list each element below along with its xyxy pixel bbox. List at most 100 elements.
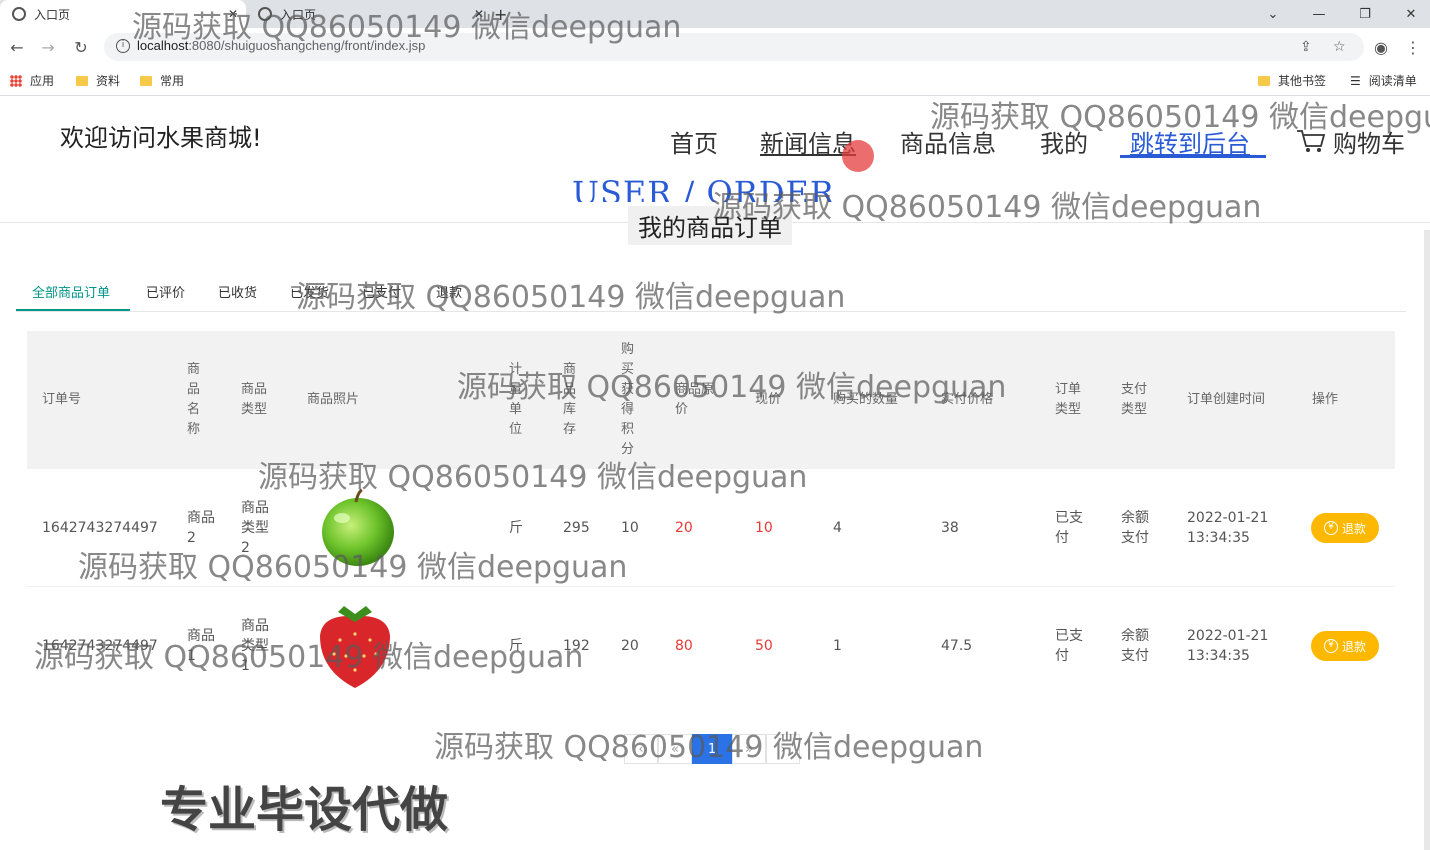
page-scrollbar[interactable] (1424, 230, 1430, 850)
address-bar[interactable]: i localhost:8080/shuiguoshangcheng/front… (104, 33, 1364, 61)
cell-orig-price: 20 (675, 520, 693, 536)
cell-order-no: 1642743274497 (42, 520, 158, 536)
cell-cur-price: 50 (755, 638, 773, 654)
cell-name: 商品2 (187, 510, 215, 546)
mouse-cursor-highlight (842, 140, 874, 172)
folder-icon (1258, 75, 1270, 86)
bookmark-other[interactable]: 其他书签 (1258, 72, 1326, 89)
bookmark-folder[interactable]: 资料 (76, 72, 120, 89)
th-orig-price: 商品原价 (675, 382, 715, 417)
browser-menu-icon[interactable]: ⋮ (1402, 36, 1424, 58)
th-name: 商品名称 (187, 362, 201, 437)
apps-grid-icon (10, 74, 22, 87)
cell-type: 商品类型1 (241, 618, 269, 674)
refund-button[interactable]: ¥ 退款 (1311, 513, 1379, 543)
tab-reviewed[interactable]: 已评价 (146, 282, 185, 301)
cell-points: 10 (621, 520, 639, 536)
cell-order-type: 已支付 (1055, 510, 1083, 546)
bookmark-star-icon[interactable]: ☆ (1333, 39, 1346, 55)
cell-qty: 1 (833, 638, 842, 654)
close-tab-icon[interactable]: ✕ (228, 7, 238, 21)
close-window-button[interactable]: ✕ (1388, 0, 1430, 28)
th-cur-price: 现价 (755, 392, 782, 407)
th-order-type: 订单类型 (1055, 382, 1082, 417)
cell-created-time: 13:34:35 (1187, 530, 1250, 546)
row-divider (27, 586, 1395, 587)
refund-label: 退款 (1341, 639, 1366, 654)
cell-unit: 斤 (509, 520, 523, 536)
profile-avatar-icon[interactable]: ◉ (1370, 36, 1392, 58)
close-tab-icon[interactable]: ✕ (474, 7, 484, 21)
globe-icon (12, 7, 26, 21)
cell-cur-price: 10 (755, 520, 773, 536)
bookmarks-bar: 应用 资料 常用 其他书签 ☰ 阅读清单 (0, 66, 1430, 96)
shopping-cart-icon[interactable] (1296, 128, 1326, 154)
tab-received[interactable]: 已收货 (218, 282, 257, 301)
site-title: 欢迎访问水果商城! (60, 124, 262, 152)
next-page-button[interactable]: › (766, 734, 800, 764)
th-action: 操作 (1312, 392, 1339, 407)
active-tab-indicator (16, 309, 130, 311)
prev-page-button[interactable]: ‹ (624, 734, 658, 764)
tab-paid[interactable]: 已支付 (362, 282, 401, 301)
bookmark-label: 常用 (160, 74, 185, 88)
site-info-icon[interactable]: i (116, 39, 130, 53)
folder-icon (140, 75, 152, 86)
cell-paid: 38 (941, 520, 959, 536)
back-arrow-icon[interactable]: ← (6, 36, 28, 58)
nav-home[interactable]: 首页 (670, 124, 718, 159)
tab-title: 入口页 (34, 7, 71, 22)
nav-cart[interactable]: 购物车 (1333, 124, 1405, 159)
url-path: :8080/shuiguoshangcheng/front/index.jsp (188, 38, 426, 53)
section-title-en: USER / ORDER (572, 174, 835, 202)
nav-active-underline (1120, 155, 1266, 158)
first-page-button[interactable]: « (658, 734, 692, 764)
tab-refund[interactable]: 退款 (436, 282, 462, 301)
forward-arrow-icon[interactable]: → (37, 36, 59, 58)
section-title-cn: 我的商品订单 (628, 206, 792, 245)
nav-mine[interactable]: 我的 (1040, 124, 1088, 159)
nav-admin-link[interactable]: 跳转到后台 (1130, 124, 1250, 159)
bookmark-folder[interactable]: 常用 (140, 72, 184, 89)
cell-pay-type: 余额支付 (1121, 510, 1149, 546)
globe-icon (258, 7, 272, 21)
url-host: localhost (137, 38, 189, 53)
tab-search-icon[interactable]: ⌄ (1250, 0, 1296, 28)
th-type: 商品类型 (241, 382, 268, 417)
refund-button[interactable]: ¥ 退款 (1311, 631, 1379, 661)
bookmark-label: 阅读清单 (1368, 74, 1417, 88)
promo-banner-text: 专业毕设代做 (160, 782, 449, 838)
cell-stock: 295 (563, 520, 590, 536)
reading-list-icon: ☰ (1350, 73, 1361, 88)
last-page-button[interactable]: » (732, 734, 766, 764)
reload-icon[interactable]: ↻ (70, 36, 92, 58)
page-current[interactable]: 1 (692, 734, 732, 764)
tab-shipped[interactable]: 已发货 (290, 282, 329, 301)
share-icon[interactable]: ⇪ (1300, 39, 1312, 55)
minimize-button[interactable]: — (1296, 0, 1342, 28)
bookmark-apps[interactable]: 应用 (10, 72, 54, 89)
th-pay-type: 支付类型 (1121, 382, 1148, 417)
cell-paid: 47.5 (941, 638, 973, 654)
th-unit: 计量单位 (509, 362, 523, 437)
product-photo-apple (322, 488, 394, 566)
restore-button[interactable]: ❐ (1342, 0, 1388, 28)
cell-unit: 斤 (509, 638, 523, 654)
browser-tab-active[interactable]: 入口页 ✕ (0, 0, 246, 28)
new-tab-button[interactable]: + (494, 0, 514, 28)
cell-pay-type: 余额支付 (1121, 628, 1149, 664)
nav-products[interactable]: 商品信息 (900, 124, 996, 159)
cell-stock: 192 (563, 638, 590, 654)
reading-list[interactable]: ☰ 阅读清单 (1350, 72, 1417, 89)
cell-points: 20 (621, 638, 639, 654)
cell-created-date: 2022-01-21 (1187, 628, 1269, 644)
product-photo-strawberry (320, 606, 390, 688)
tab-title: 入口页 (280, 7, 317, 22)
cell-created-time: 13:34:35 (1187, 648, 1250, 664)
url-text[interactable]: localhost:8080/shuiguoshangcheng/front/i… (137, 38, 425, 53)
browser-tab[interactable]: 入口页 ✕ (246, 0, 492, 28)
cell-orig-price: 80 (675, 638, 693, 654)
cell-type: 商品类型2 (241, 500, 269, 556)
refund-label: 退款 (1341, 521, 1366, 536)
tab-all-orders[interactable]: 全部商品订单 (32, 282, 110, 301)
